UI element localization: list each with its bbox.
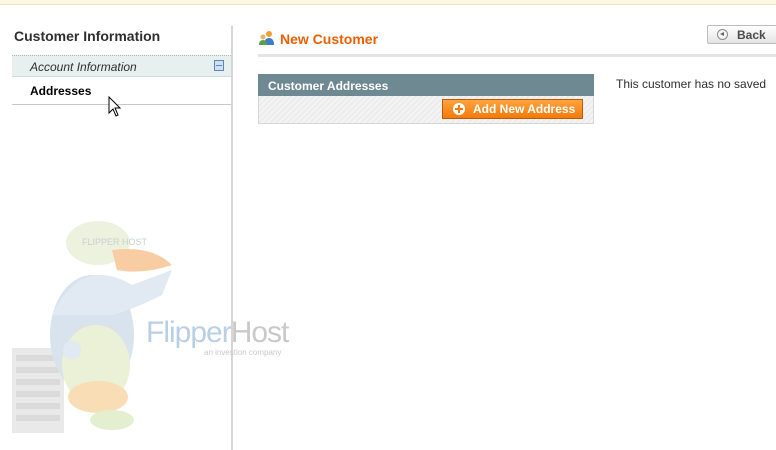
page-title: New Customer [280,31,379,47]
watermark-tagline: an investion company [204,348,282,357]
customer-addresses-title: Customer Addresses [268,79,389,93]
tab-account-information-label: Account Information [30,60,137,74]
sidebar-title: Customer Information [14,28,161,44]
page-header: New Customer [258,26,776,57]
back-button-label: Back [737,28,766,42]
top-strip [0,0,776,5]
add-new-address-label: Add New Address [473,102,576,116]
cap-text: FLIPPER HOST [82,237,148,247]
back-arrow-icon [717,29,728,40]
watermark-brand-flipper: Flipper [146,316,232,349]
customer-addresses-toolbar: Add New Address [258,96,594,124]
watermark-brand: FlipperHost [146,316,290,350]
tab-account-information[interactable]: Account Information [12,55,231,77]
add-new-address-button[interactable]: Add New Address [442,99,583,119]
customer-icon [259,31,274,45]
no-addresses-message: This customer has no saved [616,77,767,91]
mouse-cursor-icon [108,96,122,117]
plus-circle-icon [453,103,465,115]
tab-addresses-label: Addresses [30,84,92,98]
watermark-brand-host: Host [230,316,290,349]
changed-icon [214,60,224,71]
back-button[interactable]: Back [707,25,776,44]
customer-addresses-panel: Customer Addresses Add New Address [258,74,594,124]
customer-addresses-header: Customer Addresses [258,74,594,96]
